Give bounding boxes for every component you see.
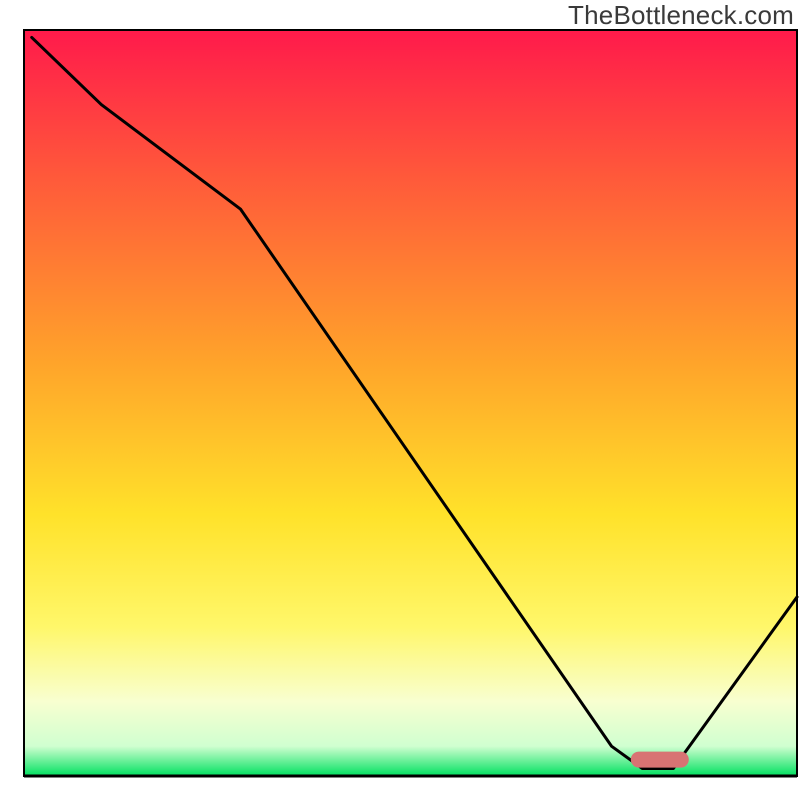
gradient-background	[24, 30, 797, 776]
attribution-label: TheBottleneck.com	[568, 0, 794, 31]
sweet-spot-marker	[631, 752, 689, 768]
chart-canvas	[0, 0, 800, 800]
bottleneck-chart	[0, 0, 800, 800]
